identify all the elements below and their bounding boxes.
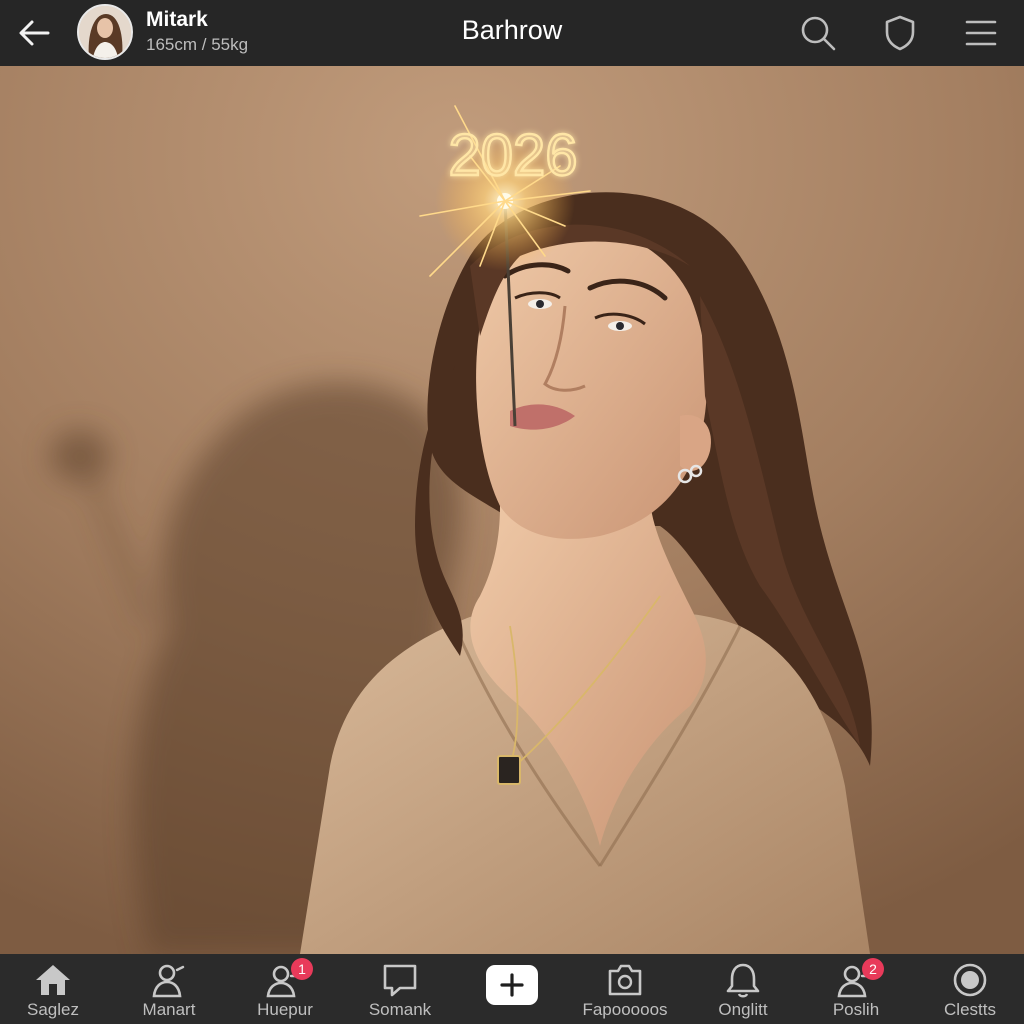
shield-button[interactable]: [880, 13, 920, 53]
nav-label: Manart: [142, 1000, 196, 1019]
nav-item-manart[interactable]: Manart: [112, 954, 226, 1024]
hamburger-menu-icon: [965, 20, 997, 46]
nav-label: Huepur: [257, 1000, 313, 1019]
top-bar: Mitark 165cm / 55kg Barhrow: [0, 0, 1024, 66]
nav-item-somank[interactable]: Somank: [343, 954, 457, 1024]
settings-icon: [953, 963, 987, 997]
nav-item-poslih[interactable]: 2 Poslih: [799, 954, 913, 1024]
sparkler-text: 2026: [448, 123, 577, 188]
plus-icon: [500, 973, 524, 997]
shield-icon: [885, 15, 915, 51]
home-icon: [36, 965, 70, 995]
nav-item-huepur[interactable]: 1 Huepur: [228, 954, 342, 1024]
chat-icon: [383, 964, 417, 997]
bell-icon: [726, 963, 760, 998]
nav-label: Onglitt: [718, 1000, 768, 1019]
nav-item-clestts[interactable]: Clestts: [913, 954, 1024, 1024]
search-icon: [801, 16, 836, 51]
person-icon: [152, 964, 185, 998]
notification-badge: 2: [862, 958, 884, 980]
nav-label: Somank: [368, 1000, 432, 1019]
bottom-navigation: Saglez Manart 1 Huepur Somank Fapooooos …: [0, 954, 1024, 1024]
portrait-image: 2026: [0, 66, 1024, 954]
nav-label: Fapooooos: [582, 1000, 668, 1019]
camera-icon: [608, 964, 642, 996]
nav-label: Saglez: [27, 1000, 79, 1019]
main-photo[interactable]: 2026: [0, 66, 1024, 954]
notification-badge: 1: [291, 958, 313, 980]
add-post-button[interactable]: [486, 965, 538, 1005]
menu-button[interactable]: [961, 13, 1001, 53]
nav-label: Poslih: [832, 1000, 880, 1019]
nav-label: Clestts: [944, 1000, 996, 1019]
page-title: Barhrow: [461, 15, 563, 45]
search-button[interactable]: [798, 13, 838, 53]
nav-item-onglitt[interactable]: Onglitt: [686, 954, 800, 1024]
nav-item-fapooooos[interactable]: Fapooooos: [568, 954, 682, 1024]
nav-item-saglez[interactable]: Saglez: [0, 954, 110, 1024]
